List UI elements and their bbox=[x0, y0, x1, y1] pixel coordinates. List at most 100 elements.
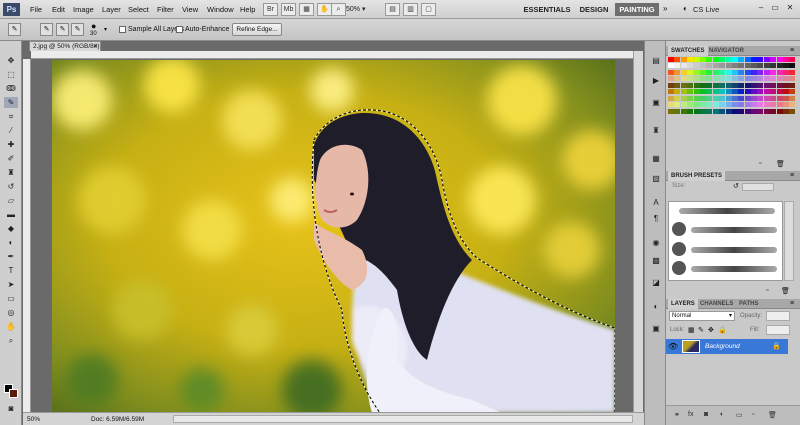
delete-layer-icon[interactable]: 🗑 bbox=[768, 411, 777, 419]
color-swatch[interactable] bbox=[776, 82, 783, 88]
color-swatch[interactable] bbox=[725, 69, 732, 75]
color-swatch[interactable] bbox=[725, 63, 732, 69]
color-swatch[interactable] bbox=[712, 57, 719, 62]
color-swatch[interactable] bbox=[693, 95, 700, 101]
masks-panel-icon[interactable]: ◪ bbox=[650, 277, 662, 288]
color-swatch[interactable] bbox=[763, 69, 770, 75]
color-swatch[interactable] bbox=[719, 57, 726, 62]
color-swatch[interactable] bbox=[744, 76, 751, 82]
color-swatch[interactable] bbox=[744, 89, 751, 95]
brush-stroke-preview[interactable] bbox=[691, 266, 777, 272]
reset-size-icon[interactable]: ↺ bbox=[733, 182, 739, 190]
menu-file[interactable]: File bbox=[30, 5, 42, 14]
color-swatch[interactable] bbox=[712, 108, 719, 114]
histogram-panel-icon[interactable]: ▦ bbox=[650, 153, 662, 164]
color-swatch[interactable] bbox=[763, 82, 770, 88]
color-swatch[interactable] bbox=[725, 102, 732, 108]
color-swatch[interactable] bbox=[706, 82, 713, 88]
menu-image[interactable]: Image bbox=[73, 5, 94, 14]
color-swatch[interactable] bbox=[687, 89, 694, 95]
color-swatch[interactable] bbox=[744, 57, 751, 62]
clone-stamp-icon[interactable]: ♜ bbox=[4, 167, 18, 178]
color-swatch[interactable] bbox=[693, 63, 700, 69]
refine-edge-button[interactable]: Refine Edge... bbox=[232, 23, 282, 36]
color-swatch[interactable] bbox=[770, 76, 777, 82]
styles-panel-icon[interactable]: ▩ bbox=[650, 255, 662, 266]
auto-enhance-checkbox[interactable] bbox=[176, 26, 183, 33]
history-panel-icon[interactable]: ▤ bbox=[650, 55, 662, 66]
color-swatch[interactable] bbox=[674, 69, 681, 75]
color-swatch[interactable] bbox=[783, 63, 790, 69]
color-swatch[interactable] bbox=[744, 108, 751, 114]
color-swatch[interactable] bbox=[763, 57, 770, 62]
color-swatch[interactable] bbox=[738, 89, 745, 95]
color-swatch[interactable] bbox=[687, 82, 694, 88]
menu-select[interactable]: Select bbox=[128, 5, 149, 14]
opacity-field[interactable] bbox=[766, 311, 790, 321]
status-zoom-level[interactable]: 50% bbox=[27, 416, 40, 423]
color-swatch[interactable] bbox=[776, 57, 783, 62]
color-swatch[interactable] bbox=[789, 89, 796, 95]
color-swatch[interactable] bbox=[706, 69, 713, 75]
color-swatch[interactable] bbox=[751, 95, 758, 101]
add-mask-icon[interactable]: ◙ bbox=[704, 411, 708, 418]
add-selection-icon[interactable]: ✎ bbox=[56, 23, 69, 36]
arrange-documents-icon[interactable]: ▥ bbox=[403, 3, 418, 16]
color-swatch[interactable] bbox=[668, 63, 674, 69]
cs-live-button[interactable]: CS Live bbox=[693, 5, 719, 14]
color-swatch[interactable] bbox=[687, 63, 694, 69]
color-swatch[interactable] bbox=[680, 108, 687, 114]
color-panel-icon[interactable]: ◉ bbox=[650, 237, 662, 248]
delete-swatch-icon[interactable]: 🗑 bbox=[776, 160, 785, 168]
close-icon[interactable]: ✕ bbox=[784, 2, 796, 13]
3d-panel-icon[interactable]: ▣ bbox=[650, 323, 662, 334]
adjustment-layer-icon[interactable]: ◐ bbox=[720, 411, 724, 418]
color-swatch[interactable] bbox=[744, 69, 751, 75]
color-swatch[interactable] bbox=[751, 57, 758, 62]
color-swatch[interactable] bbox=[783, 102, 790, 108]
background-color-swatch[interactable] bbox=[9, 389, 18, 398]
color-swatch[interactable] bbox=[789, 108, 796, 114]
color-swatch[interactable] bbox=[738, 57, 745, 62]
color-swatch[interactable] bbox=[680, 102, 687, 108]
menu-edit[interactable]: Edit bbox=[52, 5, 65, 14]
horizontal-scrollbar[interactable] bbox=[173, 415, 633, 423]
menu-window[interactable]: Window bbox=[207, 5, 234, 14]
brush-panel-menu-icon[interactable]: ≡ bbox=[790, 172, 794, 179]
maximize-icon[interactable]: ▭ bbox=[769, 2, 781, 13]
brush-dot-icon[interactable]: ● bbox=[91, 21, 96, 31]
color-swatch[interactable] bbox=[668, 57, 674, 62]
color-swatch[interactable] bbox=[699, 69, 706, 75]
color-swatch[interactable] bbox=[719, 63, 726, 69]
tab-layers[interactable]: LAYERS bbox=[668, 299, 698, 309]
bridge-icon[interactable]: Br bbox=[263, 3, 278, 16]
new-swatch-icon[interactable]: ▫ bbox=[759, 160, 761, 167]
brush-stroke-preview[interactable] bbox=[691, 227, 777, 233]
color-swatch[interactable] bbox=[699, 102, 706, 108]
brush-picker-chevron-icon[interactable]: ▾ bbox=[104, 26, 107, 33]
color-swatch[interactable] bbox=[712, 76, 719, 82]
healing-brush-icon[interactable]: ✚ bbox=[4, 139, 18, 150]
adjustments-panel-icon[interactable]: ◐ bbox=[650, 301, 662, 312]
color-swatch[interactable] bbox=[668, 69, 674, 75]
color-swatch[interactable] bbox=[783, 57, 790, 62]
color-swatch[interactable] bbox=[706, 102, 713, 108]
color-swatch[interactable] bbox=[763, 63, 770, 69]
workspace-more-icon[interactable]: » bbox=[663, 4, 667, 13]
pen-tool-icon[interactable]: ✒ bbox=[4, 251, 18, 262]
lock-all-icon[interactable]: 🔒 bbox=[718, 326, 727, 334]
color-swatch[interactable] bbox=[763, 95, 770, 101]
clone-source-icon[interactable]: ♜ bbox=[650, 125, 662, 136]
color-swatch[interactable] bbox=[706, 63, 713, 69]
color-swatch[interactable] bbox=[744, 102, 751, 108]
color-swatch[interactable] bbox=[751, 63, 758, 69]
color-swatch[interactable] bbox=[757, 102, 764, 108]
color-swatch[interactable] bbox=[783, 69, 790, 75]
crop-tool-icon[interactable]: ⌗ bbox=[4, 111, 18, 122]
new-group-icon[interactable]: ▭ bbox=[736, 411, 743, 419]
color-swatch[interactable] bbox=[757, 69, 764, 75]
color-swatch[interactable] bbox=[751, 102, 758, 108]
hand-icon[interactable]: ✋ bbox=[317, 3, 332, 16]
color-swatch[interactable] bbox=[687, 57, 694, 62]
hand-tool-icon[interactable]: ✋ bbox=[4, 321, 18, 332]
